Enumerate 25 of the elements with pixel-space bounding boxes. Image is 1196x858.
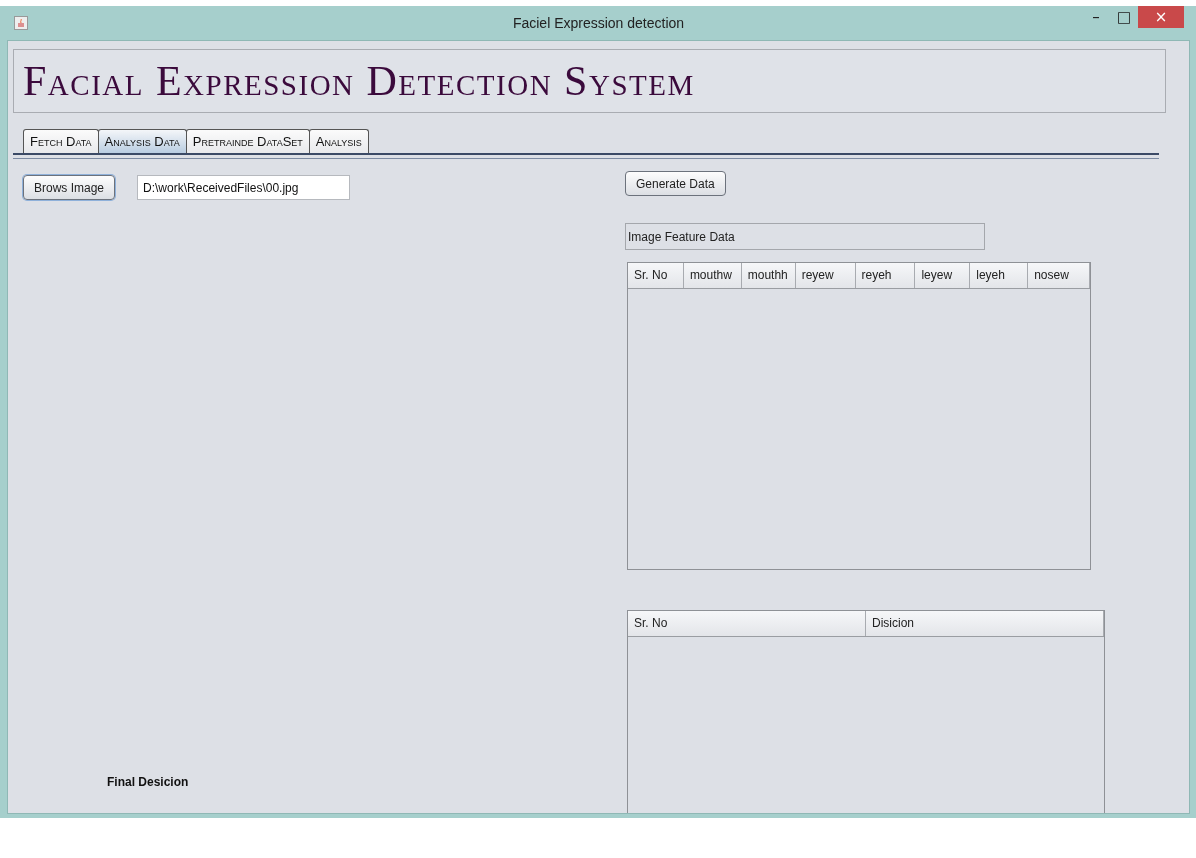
column-header[interactable]: nosew: [1028, 263, 1090, 288]
window-title: Faciel Expression detection: [512, 15, 685, 31]
column-header[interactable]: reyeh: [855, 263, 916, 288]
generate-button[interactable]: Generate Data: [625, 171, 726, 196]
maximize-button[interactable]: □: [1110, 6, 1138, 28]
tab[interactable]: Analysis Data: [97, 129, 187, 153]
app-heading: Facial Expression Detection System: [23, 57, 695, 105]
tab[interactable]: Analysis: [308, 129, 369, 153]
tab[interactable]: Fetch Data: [23, 129, 99, 153]
tab[interactable]: Pretrainde DataSet: [185, 129, 310, 153]
final-decision-label: Final Desicion: [107, 775, 190, 789]
column-header[interactable]: leyeh: [970, 263, 1029, 288]
app-icon: [14, 16, 28, 30]
column-header[interactable]: mouthw: [683, 263, 742, 288]
minimize-button[interactable]: –: [1082, 6, 1110, 28]
column-header[interactable]: Disicion: [866, 611, 1104, 636]
browse-button[interactable]: Brows Image: [23, 175, 116, 200]
column-header[interactable]: Sr. No: [628, 611, 866, 636]
image-path-field[interactable]: D:\work\ReceivedFiles\00.jpg: [137, 175, 351, 200]
column-header[interactable]: reyew: [795, 263, 856, 288]
column-header[interactable]: leyew: [915, 263, 971, 288]
feature-data-label: Image Feature Data: [625, 223, 985, 250]
close-button[interactable]: ×: [1138, 6, 1184, 28]
column-header[interactable]: mouthh: [741, 263, 796, 288]
column-header[interactable]: Sr. No: [628, 263, 684, 288]
